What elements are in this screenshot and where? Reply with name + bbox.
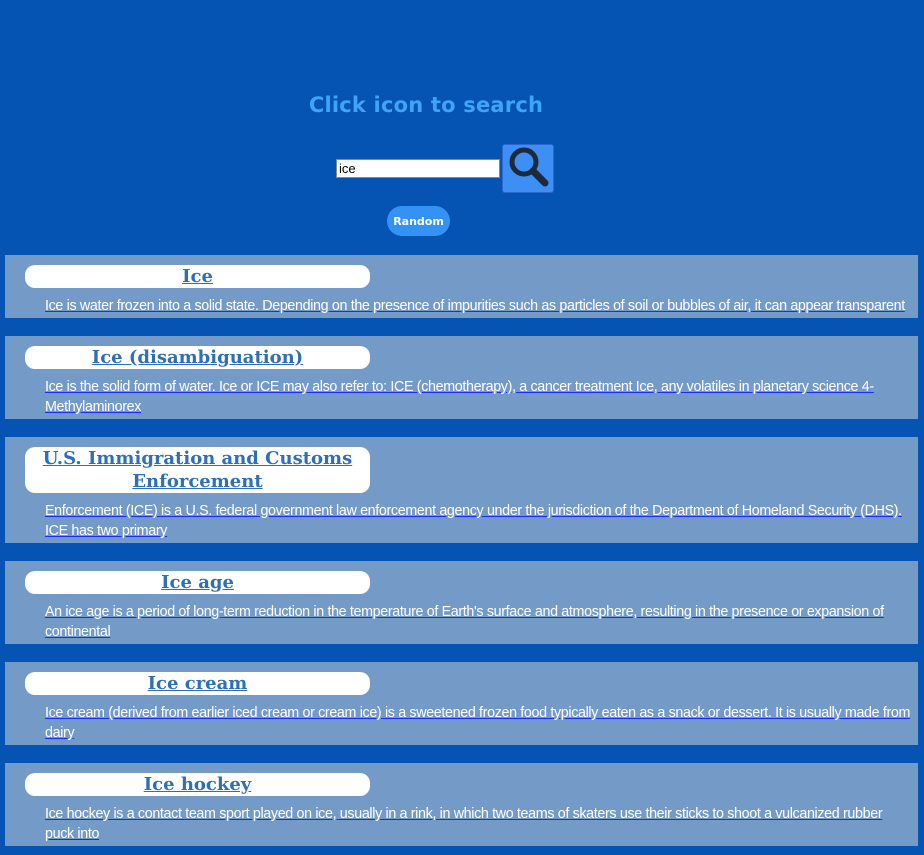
- result-item: Ice age An ice age is a period of long-t…: [5, 561, 918, 644]
- result-title-box: Ice (disambiguation): [25, 346, 370, 369]
- result-item: U.S. Immigration and Customs Enforcement…: [5, 437, 918, 543]
- result-title-box: U.S. Immigration and Customs Enforcement: [25, 447, 370, 493]
- search-bar: [336, 144, 554, 193]
- result-title-link[interactable]: Ice hockey: [144, 774, 252, 795]
- result-item: Ice Ice is water frozen into a solid sta…: [5, 255, 918, 318]
- search-input[interactable]: [336, 159, 500, 178]
- result-title-link[interactable]: Ice age: [161, 572, 234, 593]
- search-button[interactable]: [502, 144, 554, 193]
- results-list: Ice Ice is water frozen into a solid sta…: [5, 255, 918, 855]
- result-snippet-link[interactable]: Ice hockey is a contact team sport playe…: [45, 804, 914, 844]
- magnifier-icon: [506, 144, 550, 193]
- random-button[interactable]: Random: [387, 206, 450, 236]
- result-title-link[interactable]: Ice: [182, 266, 213, 287]
- result-item: Ice cream Ice cream (derived from earlie…: [5, 662, 918, 745]
- result-title-box: Ice hockey: [25, 773, 370, 796]
- result-title-link[interactable]: Ice cream: [148, 673, 248, 694]
- result-title-box: Ice cream: [25, 672, 370, 695]
- result-title-box: Ice: [25, 265, 370, 288]
- page-title: Click icon to search: [308, 93, 544, 117]
- result-snippet-link[interactable]: Ice is water frozen into a solid state. …: [45, 296, 914, 316]
- result-item: Ice (disambiguation) Ice is the solid fo…: [5, 336, 918, 419]
- result-snippet-link[interactable]: Ice is the solid form of water. Ice or I…: [45, 377, 914, 417]
- result-snippet-link[interactable]: An ice age is a period of long-term redu…: [45, 602, 914, 642]
- result-title-link[interactable]: Ice (disambiguation): [92, 347, 303, 368]
- result-title-box: Ice age: [25, 571, 370, 594]
- result-snippet-link[interactable]: Enforcement (ICE) is a U.S. federal gove…: [45, 501, 914, 541]
- result-item: Ice hockey Ice hockey is a contact team …: [5, 763, 918, 846]
- search-page: Click icon to search Random Ice Ice is w…: [0, 0, 924, 855]
- result-snippet-link[interactable]: Ice cream (derived from earlier iced cre…: [45, 703, 914, 743]
- result-title-link[interactable]: U.S. Immigration and Customs Enforcement: [43, 448, 352, 492]
